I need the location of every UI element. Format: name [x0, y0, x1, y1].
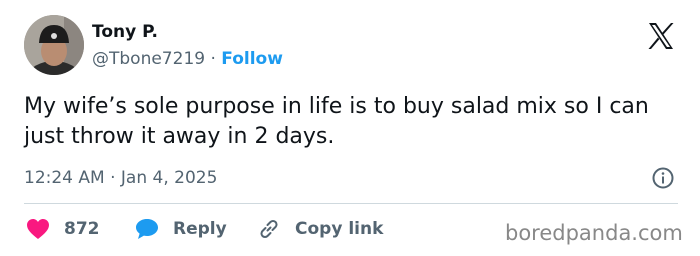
speech-bubble-icon: [136, 219, 158, 239]
heart-icon: [27, 219, 49, 239]
like-button[interactable]: 872: [26, 217, 100, 241]
like-count: 872: [64, 219, 100, 239]
divider: [24, 203, 678, 204]
tweet-text: My wife’s sole purpose in life is to buy…: [24, 94, 649, 149]
author-display-name[interactable]: Tony P.: [92, 22, 158, 42]
avatar[interactable]: [24, 15, 84, 75]
source-watermark: boredpanda.com: [505, 221, 683, 245]
reply-button[interactable]: Reply: [135, 217, 227, 241]
handle-separator: ·: [205, 49, 222, 69]
copy-link-label: Copy link: [295, 219, 384, 239]
author-handle-row: @Tbone7219 · Follow: [92, 49, 283, 69]
reply-label: Reply: [173, 219, 227, 239]
tweet-timestamp[interactable]: 12:24 AM · Jan 4, 2025: [24, 168, 217, 188]
info-icon[interactable]: [651, 166, 675, 190]
link-icon: [260, 219, 278, 239]
follow-button[interactable]: Follow: [221, 49, 283, 69]
avatar-photo: [24, 15, 84, 75]
author-handle[interactable]: @Tbone7219: [92, 49, 205, 69]
x-logo-icon[interactable]: [645, 20, 677, 52]
copy-link-button[interactable]: Copy link: [257, 217, 383, 241]
